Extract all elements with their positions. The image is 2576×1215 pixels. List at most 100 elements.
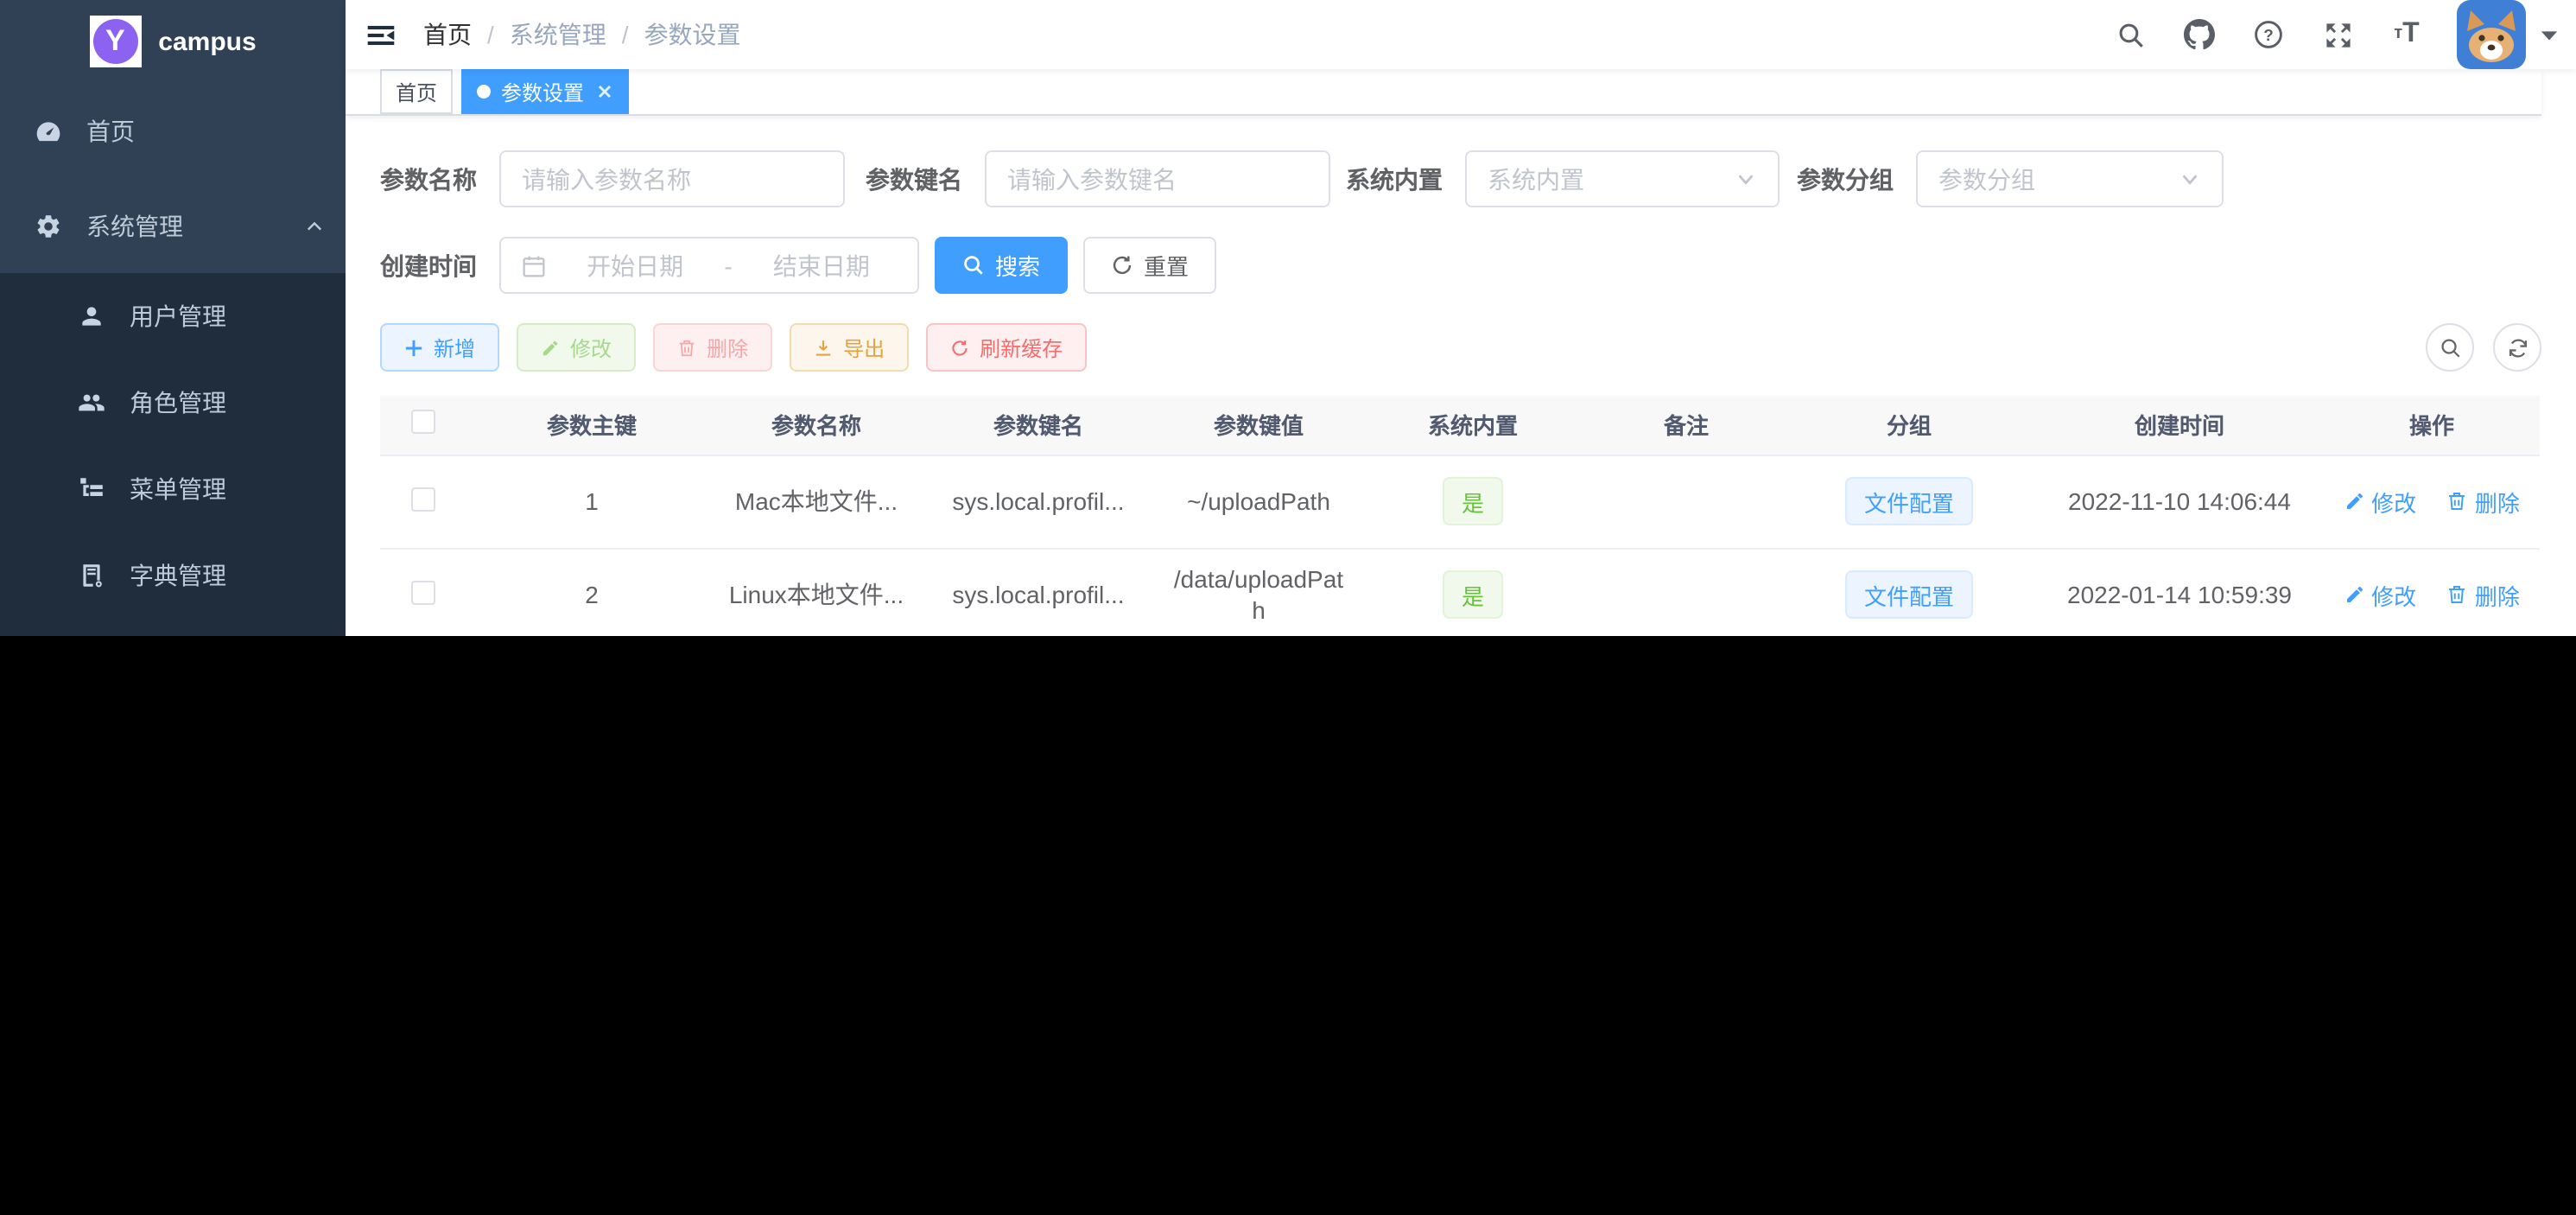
row-delete-button[interactable]: 删除 (2447, 578, 2520, 611)
row-edit-button[interactable]: 修改 (2344, 485, 2416, 518)
row-checkbox[interactable] (411, 487, 435, 511)
row-edit-button[interactable]: 修改 (2344, 578, 2416, 611)
row-checkbox[interactable] (411, 580, 435, 604)
fontsize-big-glyph: T (2402, 21, 2420, 48)
col-header-id: 参数主键 (466, 396, 717, 455)
delete-button[interactable]: 删除 (653, 323, 772, 372)
builtin-select-value: 系统内置 (1488, 162, 1584, 196)
toggle-search-button[interactable] (2426, 323, 2474, 372)
sidebar-toggle-button[interactable] (346, 0, 416, 69)
cell-key: sys.local.profil... (916, 455, 1161, 548)
table-row: 2 Linux本地文件... sys.local.profil... /data… (380, 548, 2540, 636)
search-icon[interactable] (2101, 0, 2160, 69)
sidebar-item-users[interactable]: 用户管理 (0, 273, 346, 359)
date-range-picker[interactable]: 开始日期 - 结束日期 (499, 237, 919, 294)
group-label: 参数分组 (1797, 162, 1916, 196)
trash-icon (2447, 491, 2468, 512)
sidebar-item-label: 字典管理 (130, 558, 226, 593)
question-icon[interactable]: ? (2239, 0, 2298, 69)
export-button[interactable]: 导出 (790, 323, 909, 372)
dict-icon (78, 562, 105, 589)
tree-table-icon (78, 475, 105, 503)
chevron-down-icon (1735, 168, 1757, 190)
breadcrumb-separator: / (622, 21, 629, 48)
trash-icon (2447, 584, 2468, 605)
refresh-icon (950, 338, 969, 357)
svg-text:?: ? (2263, 27, 2274, 45)
caret-down-icon[interactable] (2540, 25, 2559, 44)
search-button[interactable]: 搜索 (935, 237, 1068, 294)
user-menu[interactable] (2457, 0, 2559, 69)
cell-remark (1589, 455, 1783, 548)
group-select-value: 参数分组 (1938, 162, 2035, 196)
col-header-created: 创建时间 (2035, 396, 2324, 455)
github-icon[interactable] (2170, 0, 2229, 69)
fullscreen-icon[interactable] (2308, 0, 2367, 69)
start-date-input[interactable]: 开始日期 (560, 248, 710, 283)
refresh-icon (1111, 254, 1133, 277)
sidebar-submenu: 用户管理 角色管理 菜单管理 (0, 273, 346, 636)
col-header-group: 分组 (1783, 396, 2035, 455)
export-button-label: 导出 (843, 333, 885, 362)
calendar-icon (522, 253, 546, 277)
group-tag: 文件配置 (1845, 477, 1973, 525)
tab-label: 参数设置 (501, 77, 584, 106)
avatar[interactable] (2457, 0, 2526, 69)
download-icon (814, 338, 833, 357)
tab-param-settings[interactable]: 参数设置 (461, 69, 629, 114)
app-logo[interactable]: Y campus (0, 0, 346, 83)
sidebar-item-label: 用户管理 (130, 299, 226, 334)
reset-button[interactable]: 重置 (1083, 237, 1216, 294)
tags-view-bar: 首页 参数设置 (346, 69, 2541, 116)
close-icon[interactable] (596, 83, 613, 100)
row-edit-label: 修改 (2371, 578, 2416, 611)
app-title: campus (158, 27, 256, 56)
table-row: 1 Mac本地文件... sys.local.profil... ~/uploa… (380, 455, 2540, 548)
sidebar-item-label: 角色管理 (130, 385, 226, 420)
breadcrumb-current: 参数设置 (644, 17, 741, 52)
edit-button-label: 修改 (570, 333, 612, 362)
col-header-name: 参数名称 (717, 396, 916, 455)
builtin-select[interactable]: 系统内置 (1465, 150, 1780, 207)
sidebar-item-home[interactable]: 首页 (0, 83, 346, 178)
builtin-tag: 是 (1443, 570, 1503, 619)
param-name-input[interactable] (522, 165, 822, 193)
cell-id: 2 (466, 548, 717, 636)
row-delete-button[interactable]: 删除 (2447, 485, 2520, 518)
sidebar-item-dict[interactable]: 字典管理 (0, 532, 346, 619)
breadcrumb: 首页 / 系统管理 / 参数设置 (423, 17, 741, 52)
sidebar-item-system[interactable]: 系统管理 (0, 178, 346, 273)
refresh-table-button[interactable] (2493, 323, 2541, 372)
cell-name: Linux本地文件... (717, 548, 916, 636)
breadcrumb-home[interactable]: 首页 (423, 17, 472, 52)
add-button-label: 新增 (434, 333, 475, 362)
sidebar-item-label: 首页 (86, 113, 135, 148)
add-button[interactable]: 新增 (380, 323, 499, 372)
gear-icon (35, 212, 62, 239)
group-tag: 文件配置 (1845, 570, 1973, 619)
active-tab-dot (477, 85, 491, 99)
trash-icon (677, 338, 696, 357)
plus-icon (404, 338, 423, 357)
sidebar: Y campus 首页 系统管理 (0, 0, 346, 636)
select-all-checkbox[interactable] (411, 410, 435, 435)
refresh-cache-button[interactable]: 刷新缓存 (926, 323, 1087, 372)
end-date-input[interactable]: 结束日期 (746, 248, 897, 283)
search-icon (2439, 336, 2461, 359)
cell-remark (1589, 548, 1783, 636)
param-name-label: 参数名称 (380, 162, 499, 196)
param-key-input[interactable] (1007, 165, 1308, 193)
sidebar-item-roles[interactable]: 角色管理 (0, 359, 346, 446)
edit-button[interactable]: 修改 (517, 323, 636, 372)
search-button-label: 搜索 (995, 249, 1040, 282)
group-select[interactable]: 参数分组 (1916, 150, 2224, 207)
fontsize-icon[interactable]: тT (2377, 0, 2436, 69)
tab-label: 首页 (396, 77, 437, 106)
tab-home[interactable]: 首页 (380, 69, 453, 114)
refresh-cache-button-label: 刷新缓存 (980, 333, 1063, 362)
delete-button-label: 删除 (707, 333, 748, 362)
sidebar-item-menus[interactable]: 菜单管理 (0, 446, 346, 532)
dashboard-icon (35, 117, 62, 144)
sidebar-item-label: 系统管理 (86, 208, 183, 243)
col-header-value: 参数键值 (1161, 396, 1356, 455)
